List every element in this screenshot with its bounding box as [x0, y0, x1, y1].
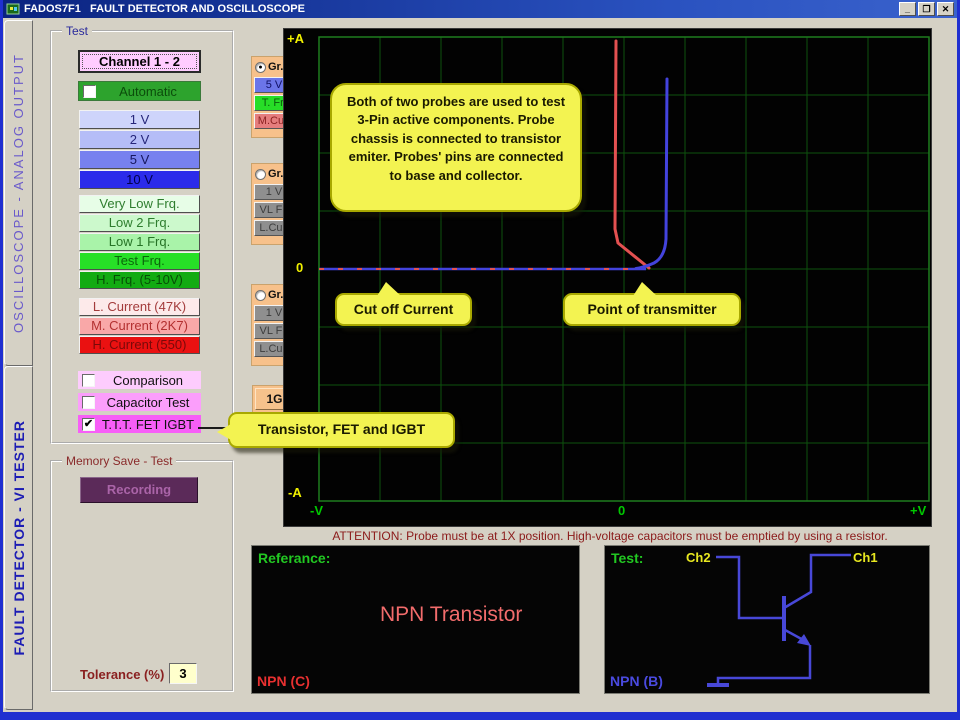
- transmitter-callout-label: Point of transmitter: [587, 301, 716, 317]
- window-title: FADOS7F1 FAULT DETECTOR AND OSCILLOSCOPE: [24, 3, 897, 15]
- info-callout: Both of two probes are used to test 3-Pi…: [330, 83, 582, 212]
- automatic-row[interactable]: Automatic: [78, 81, 201, 101]
- capacitor-test-row[interactable]: Capacitor Test: [78, 393, 201, 411]
- comparison-label: Comparison: [95, 373, 201, 388]
- freq-very-low-button[interactable]: Very Low Frq.: [79, 195, 200, 213]
- comparison-checkbox[interactable]: [82, 374, 95, 387]
- axis-label-neg-a: -A: [288, 485, 302, 500]
- minimize-button[interactable]: _: [899, 2, 916, 16]
- voltage-10v-button[interactable]: 10 V: [79, 170, 200, 189]
- cutoff-callout-label: Cut off Current: [354, 301, 454, 317]
- current-high-button[interactable]: H. Current (550): [79, 336, 200, 354]
- transistor-callout-label: Transistor, FET and IGBT: [258, 421, 425, 437]
- transmitter-callout-tip: [633, 282, 657, 296]
- test-groupbox-caption: Test: [62, 24, 92, 38]
- ttt-fet-igbt-row[interactable]: ✔ T.T.T. FET IGBT: [78, 415, 201, 433]
- npn-transistor-schematic: [605, 546, 931, 695]
- group1-radio[interactable]: ●: [255, 62, 266, 73]
- axis-label-pos-a: +A: [287, 31, 304, 46]
- axis-label-zero-y: 0: [296, 260, 303, 275]
- restore-button[interactable]: ❐: [918, 2, 935, 16]
- channel-1-2-button[interactable]: Channel 1 - 2: [78, 50, 201, 73]
- capacitor-test-checkbox[interactable]: [82, 396, 95, 409]
- reference-component-label: NPN Transistor: [380, 603, 522, 627]
- attention-text: ATTENTION: Probe must be at 1X position.…: [280, 529, 940, 543]
- automatic-checkbox[interactable]: [83, 85, 96, 98]
- current-low-button[interactable]: L. Current (47K): [79, 298, 200, 316]
- freq-high-button[interactable]: H. Frq. (5-10V): [79, 271, 200, 289]
- reference-pin-label: NPN (C): [257, 673, 310, 689]
- transmitter-callout: Point of transmitter: [563, 293, 741, 326]
- freq-low-1-button[interactable]: Low 1 Frq.: [79, 233, 200, 251]
- voltage-5v-button[interactable]: 5 V: [79, 150, 200, 169]
- tab-fault-detector-vi-tester[interactable]: FAULT DETECTOR - VI TESTER: [4, 366, 33, 710]
- app-icon: [6, 2, 20, 16]
- cutoff-callout: Cut off Current: [335, 293, 472, 326]
- voltage-2v-button[interactable]: 2 V: [79, 130, 200, 149]
- current-mid-button[interactable]: M. Current (2K7): [79, 317, 200, 335]
- ttt-fet-igbt-checkbox[interactable]: ✔: [82, 418, 95, 431]
- tab-oscilloscope-label: OSCILLOSCOPE - ANALOG OUTPUT: [11, 53, 26, 333]
- tolerance-input[interactable]: [169, 663, 197, 684]
- group2-radio[interactable]: [255, 169, 266, 180]
- transistor-callout: Transistor, FET and IGBT: [228, 412, 455, 448]
- tab-fault-detector-label: FAULT DETECTOR - VI TESTER: [11, 420, 27, 656]
- test-result-panel: Test: Ch2 Ch1 NPN (B): [604, 545, 930, 694]
- freq-test-button[interactable]: Test Frq.: [79, 252, 200, 270]
- reference-title: Referance:: [258, 550, 330, 566]
- recording-button[interactable]: Recording: [80, 477, 198, 503]
- axis-label-zero-x: 0: [618, 503, 625, 518]
- comparison-row[interactable]: Comparison: [78, 371, 201, 389]
- transistor-callout-tip: [217, 424, 231, 440]
- capacitor-test-label: Capacitor Test: [95, 395, 201, 410]
- curve-blue: [636, 79, 667, 269]
- title-bar: FADOS7F1 FAULT DETECTOR AND OSCILLOSCOPE…: [3, 0, 957, 18]
- axis-label-pos-v: +V: [910, 503, 926, 518]
- axis-label-neg-v: -V: [310, 503, 323, 518]
- group3-radio[interactable]: [255, 290, 266, 301]
- voltage-1v-button[interactable]: 1 V: [79, 110, 200, 129]
- memory-groupbox-caption: Memory Save - Test: [62, 454, 176, 468]
- ttt-fet-igbt-label: T.T.T. FET IGBT: [95, 417, 201, 432]
- curve-red: [615, 41, 649, 268]
- freq-low-2-button[interactable]: Low 2 Frq.: [79, 214, 200, 232]
- reference-panel: Referance: NPN Transistor NPN (C): [251, 545, 580, 694]
- emitter-arrow: [797, 634, 811, 646]
- tolerance-label: Tolerance (%): [80, 667, 164, 682]
- close-button[interactable]: ✕: [937, 2, 954, 16]
- automatic-label: Automatic: [96, 84, 200, 99]
- cutoff-callout-tip: [377, 282, 401, 296]
- tab-oscilloscope-analog-output[interactable]: OSCILLOSCOPE - ANALOG OUTPUT: [4, 20, 33, 366]
